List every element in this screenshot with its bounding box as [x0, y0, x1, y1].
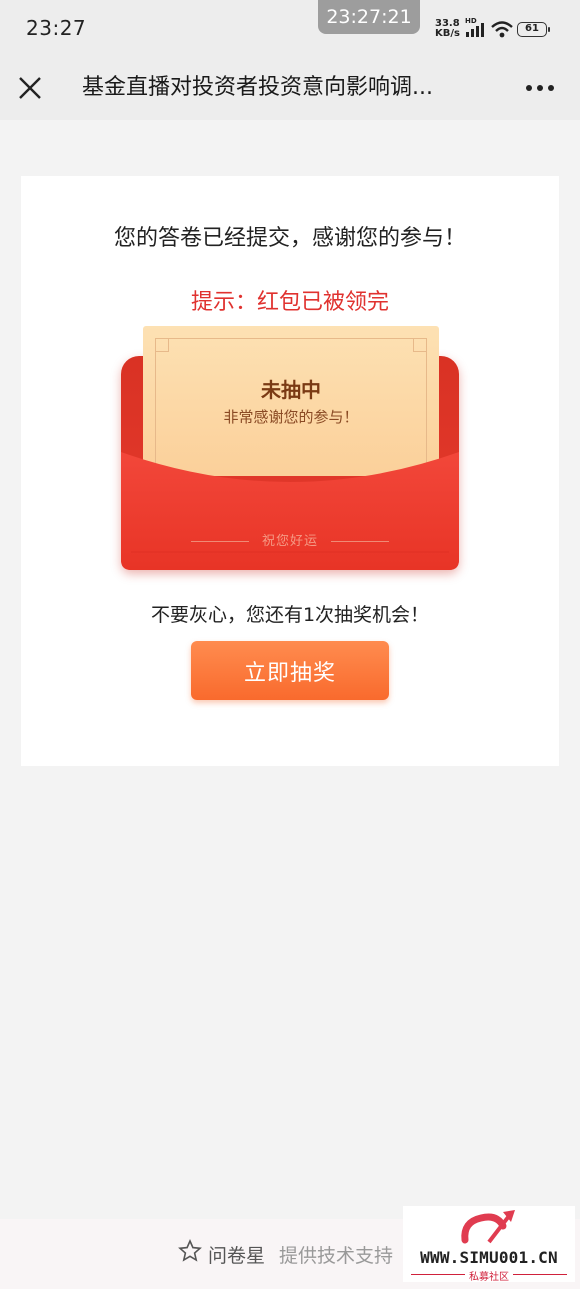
more-button[interactable]	[522, 78, 558, 98]
watermark-rule	[513, 1274, 567, 1275]
tip-message: 提示：红包已被领完	[190, 290, 389, 315]
more-icon	[526, 85, 554, 91]
network-speed-unit: KB/s	[435, 28, 460, 39]
envelope-slogan: 祝您好运	[261, 534, 318, 549]
screen-record-time: 23:27:21	[318, 0, 420, 34]
network-speed: 33.8 KB/s	[435, 19, 465, 39]
footer-brand[interactable]: 问卷星	[208, 1241, 265, 1268]
wifi-icon	[491, 21, 513, 38]
close-icon	[19, 77, 41, 99]
result-card: 您的答卷已经提交，感谢您的参与！ 提示：红包已被领完 未抽中 非常感谢您的参与！…	[21, 176, 559, 766]
red-envelope: 未抽中 非常感谢您的参与！ 祝您好运	[121, 326, 459, 572]
watermark-subtitle: 私募社区	[469, 1272, 509, 1283]
status-time: 23:27	[26, 16, 87, 40]
slogan-divider	[191, 541, 249, 542]
status-bar: 23:27 23:27:21 33.8 KB/s HD 61	[0, 0, 580, 56]
battery-icon: 61	[517, 22, 550, 37]
submit-message: 您的答卷已经提交，感谢您的参与！	[113, 226, 466, 251]
footer-support-text: 提供技术支持	[279, 1245, 394, 1267]
draw-lottery-button[interactable]: 立即抽奖	[191, 641, 389, 700]
letter-title: 未抽中	[261, 378, 321, 402]
encourage-text: 不要灰心，您还有1次抽奖机会！	[150, 604, 430, 626]
title-bar: 基金直播对投资者投资意向影响调...	[0, 56, 580, 120]
letter-corner	[413, 338, 427, 352]
page-title: 基金直播对投资者投资意向影响调...	[82, 75, 433, 100]
watermark: WWW.SIMU001.CN 私募社区	[403, 1206, 575, 1283]
watermark-domain: WWW.SIMU001.CN	[420, 1248, 558, 1267]
signal-icon	[466, 23, 484, 37]
slogan-divider	[331, 541, 389, 542]
star-icon	[178, 1239, 202, 1262]
envelope-slogan-row: 祝您好运	[121, 530, 459, 550]
close-button[interactable]	[14, 72, 46, 104]
letter-corner	[155, 338, 169, 352]
watermark-logo	[461, 1210, 515, 1244]
